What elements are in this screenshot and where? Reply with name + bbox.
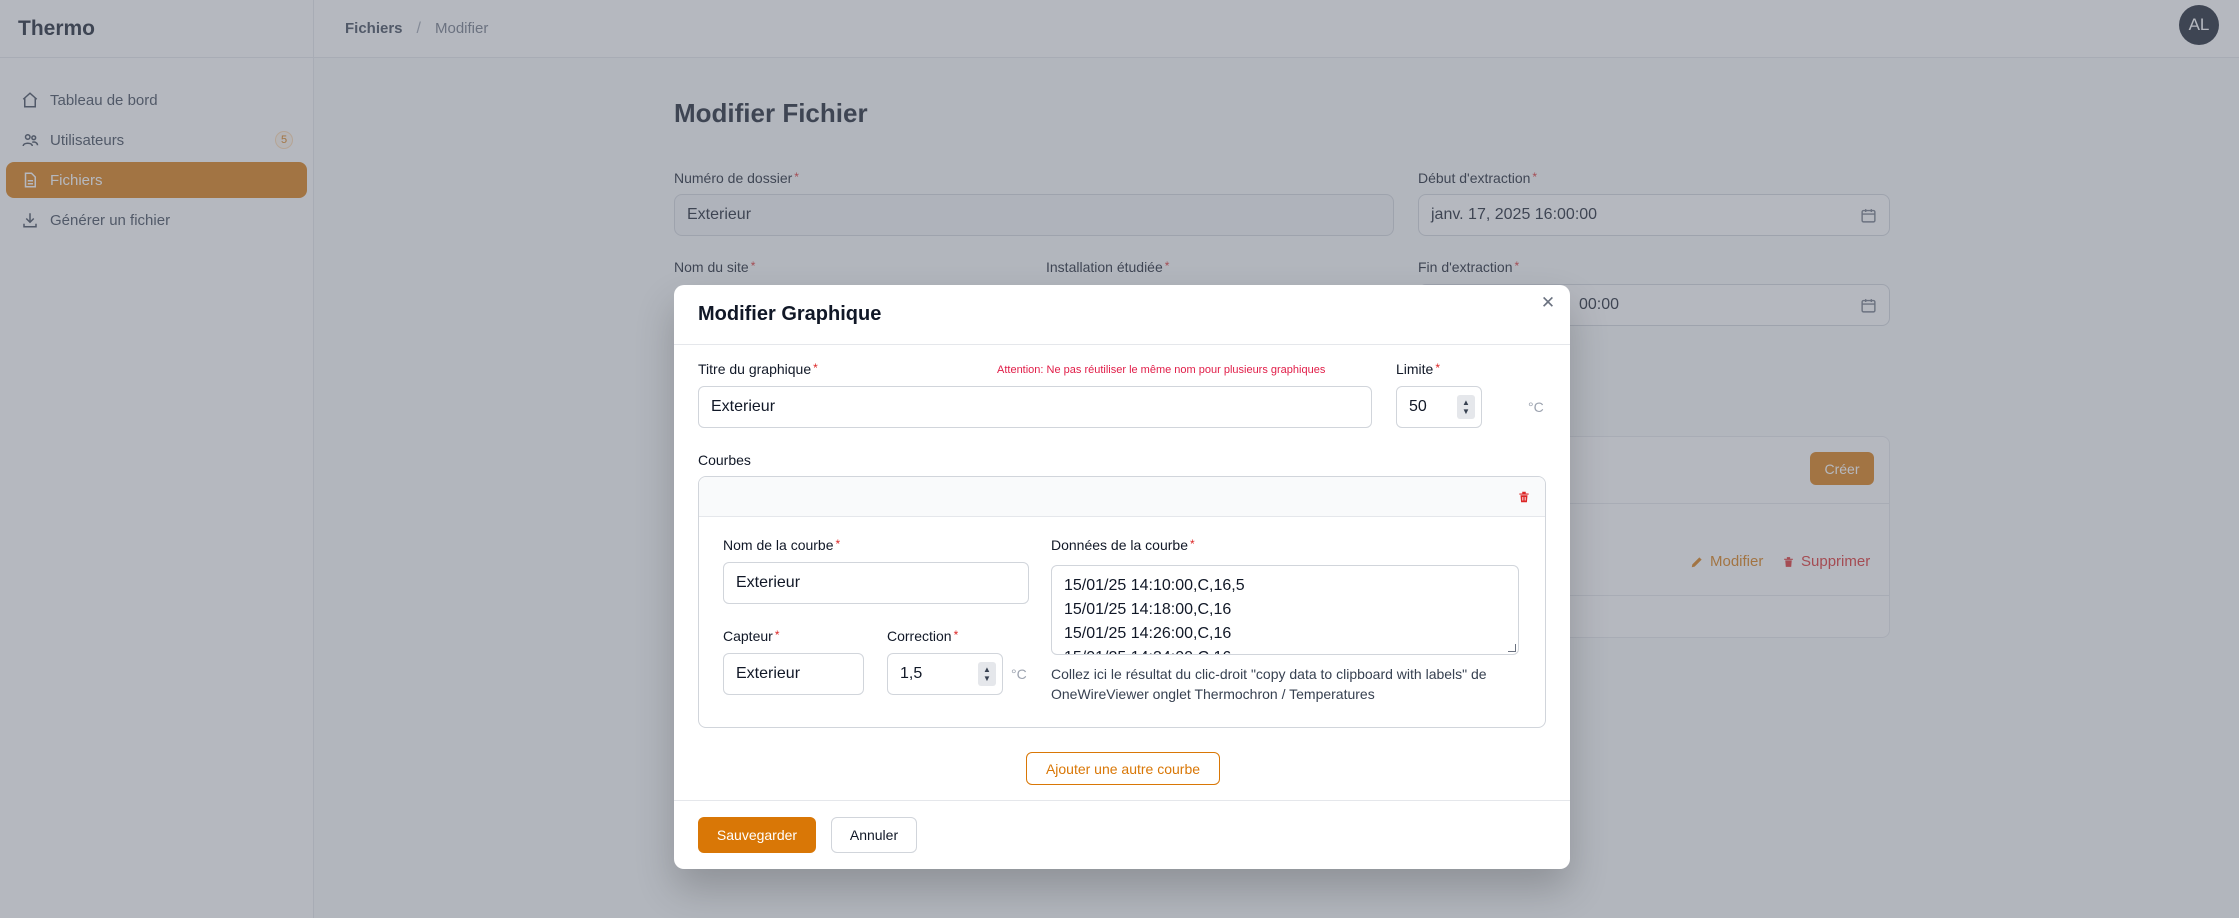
nom-courbe-label: Nom de la courbe * (723, 537, 841, 553)
limite-unit: °C (1528, 399, 1544, 415)
textarea-resize-handle[interactable] (1508, 644, 1516, 652)
correction-unit: °C (1011, 666, 1027, 682)
courbe-card: Nom de la courbe * Exterieur Capteur * Ext… (698, 476, 1546, 728)
titre-input[interactable]: Exterieur (698, 386, 1372, 428)
cancel-button[interactable]: Annuler (831, 817, 917, 853)
donnees-line: 15/01/25 14:26:00,C,16 (1064, 625, 1232, 642)
limite-input[interactable]: 50 ▲ ▼ (1396, 386, 1482, 428)
capteur-input[interactable]: Exterieur (723, 653, 864, 695)
donnees-help-text: Collez ici le résultat du clic-droit "co… (1051, 666, 1487, 702)
modal-footer: Sauvegarder Annuler (674, 800, 1570, 869)
modal-title: Modifier Graphique (698, 303, 882, 325)
add-courbe-button[interactable]: Ajouter une autre courbe (1026, 752, 1220, 785)
donnees-line: 15/01/25 14:18:00,C,16 (1064, 601, 1232, 618)
donnees-textarea[interactable]: 15/01/25 14:10:00,C,16,5 15/01/25 14:18:… (1051, 565, 1519, 655)
courbe-card-header (699, 477, 1545, 517)
donnees-line: 15/01/25 14:10:00,C,16,5 (1064, 577, 1245, 594)
donnees-line: 15/01/25 14:34:00,C,16 (1064, 646, 1506, 654)
courbes-label: Courbes (698, 452, 751, 468)
correction-input[interactable]: 1,5 ▲ ▼ (887, 653, 1003, 695)
titre-label: Titre du graphique * (698, 361, 818, 377)
modifier-graphique-modal: Modifier Graphique ✕ Titre du graphique *… (674, 285, 1570, 869)
modal-header: Modifier Graphique (674, 285, 1570, 345)
correction-stepper[interactable]: ▲ ▼ (978, 662, 996, 686)
delete-courbe-icon[interactable] (1517, 489, 1531, 505)
nom-courbe-input[interactable]: Exterieur (723, 562, 1029, 604)
limite-label: Limite * (1396, 361, 1441, 377)
limite-stepper[interactable]: ▲ ▼ (1457, 395, 1475, 419)
donnees-label: Données de la courbe * (1051, 537, 1195, 553)
correction-label: Correction * (887, 628, 959, 644)
capteur-label: Capteur * (723, 628, 780, 644)
save-button[interactable]: Sauvegarder (698, 817, 816, 853)
close-icon[interactable]: ✕ (1540, 294, 1556, 311)
titre-warning: Attention: Ne pas réutiliser le même nom… (997, 364, 1326, 376)
